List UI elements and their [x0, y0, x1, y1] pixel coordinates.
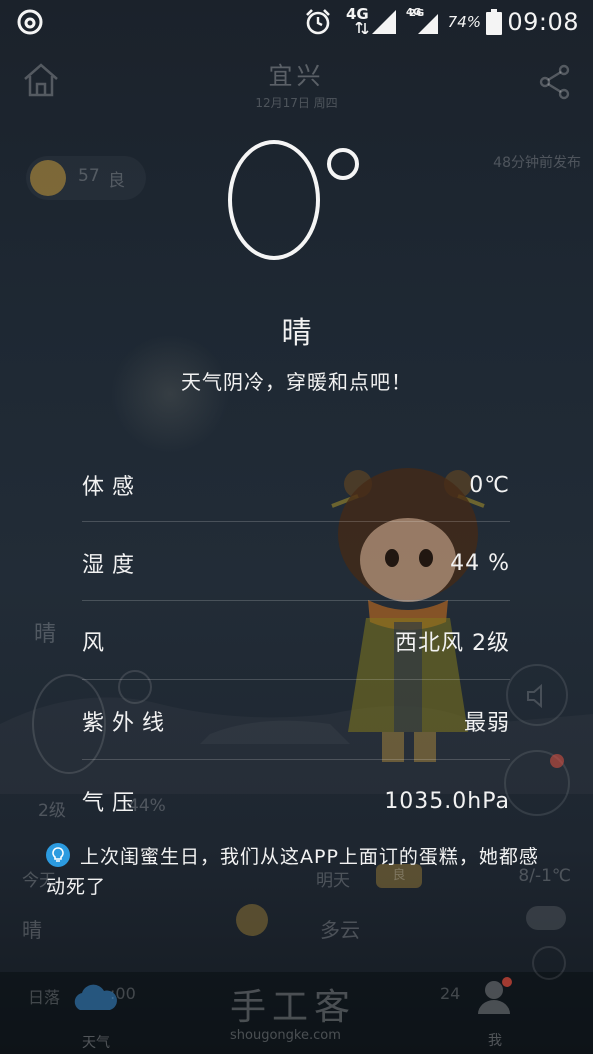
person-icon — [478, 977, 512, 1014]
tab-me-label: 我 — [488, 1033, 502, 1049]
bg-wind: 2级 — [38, 801, 66, 821]
right-number: 24 — [440, 984, 461, 1003]
tomorrow-condition: 多云 — [320, 918, 360, 942]
cloud-sun-icon — [526, 906, 566, 930]
tip-fact: 上次闺蜜生日，我们从这APP上面订的蛋糕，她都感动死了 — [46, 842, 546, 902]
publish-time: 48分钟前发布 — [493, 155, 581, 171]
detail-label: 体感 — [82, 475, 143, 500]
detail-value: 0℃ — [469, 472, 510, 498]
data-arrows-icon — [355, 22, 369, 34]
detail-row-feels-like: 体感 0℃ — [82, 446, 510, 524]
detail-label: 气压 — [82, 791, 143, 816]
detail-row-pressure: 气压 1035.0hPa — [82, 762, 510, 840]
signal-strength-icon-a — [372, 10, 396, 34]
cloud-icon — [74, 984, 117, 1010]
sun-date-label: 日落 — [28, 988, 61, 1007]
battery-icon — [486, 9, 502, 35]
today-condition: 晴 — [22, 918, 42, 942]
aqi-value: 57 — [78, 166, 100, 186]
aqi-chip[interactable]: 57 良 — [26, 156, 146, 200]
temperature-degree-glyph — [327, 148, 359, 180]
detail-label: 湿度 — [82, 553, 143, 578]
city-name: 宜兴 — [268, 62, 325, 90]
detail-label: 风 — [82, 631, 113, 656]
divider — [82, 600, 510, 601]
divider — [82, 521, 510, 522]
current-condition: 晴 — [281, 316, 312, 351]
clock-time: 09:08 — [507, 8, 579, 36]
fact-text: 上次闺蜜生日，我们从这APP上面订的蛋糕，她都感动死了 — [46, 846, 539, 898]
tab-me[interactable]: 我 — [474, 976, 518, 1049]
divider — [82, 679, 510, 680]
share-icon[interactable] — [538, 64, 572, 100]
sun-icon — [236, 904, 268, 936]
detail-row-uv: 紫外线 最弱 — [82, 682, 510, 760]
detail-row-humidity: 湿度 44 % — [82, 524, 510, 602]
date-label: 12月17日 周四 — [255, 96, 338, 110]
detail-value: 最弱 — [463, 711, 510, 736]
battery-percent: 74% — [447, 13, 481, 31]
refresh-button[interactable] — [532, 946, 566, 980]
detail-label: 紫外线 — [82, 711, 173, 736]
bottom-nav: 日落 :00 天气 手工客 shougongke.com 评论 24 我 — [0, 946, 593, 1054]
temperature-zero-glyph — [228, 140, 320, 260]
alarm-icon — [306, 9, 330, 35]
weather-tip: 天气阴冷，穿暖和点吧！ — [181, 370, 412, 394]
network-type-label-c: 2G — [409, 7, 425, 19]
tab-weather[interactable]: 天气 — [70, 978, 120, 1051]
tab-weather-label: 天气 — [82, 1035, 110, 1051]
divider — [82, 759, 510, 760]
aqi-level: 良 — [108, 171, 125, 191]
netease-music-icon — [17, 9, 43, 35]
detail-value: 44 % — [450, 550, 510, 576]
status-bar: 4G 4G 2G 74% 09:08 — [0, 0, 593, 44]
lightbulb-icon — [46, 843, 70, 867]
aqi-leaf-icon — [30, 160, 66, 196]
detail-value: 西北风 2级 — [395, 631, 510, 656]
detail-value: 1035.0hPa — [384, 788, 510, 814]
detail-row-wind: 风 西北风 2级 — [82, 602, 510, 680]
watermark-logo: 手工客 — [230, 987, 357, 1028]
